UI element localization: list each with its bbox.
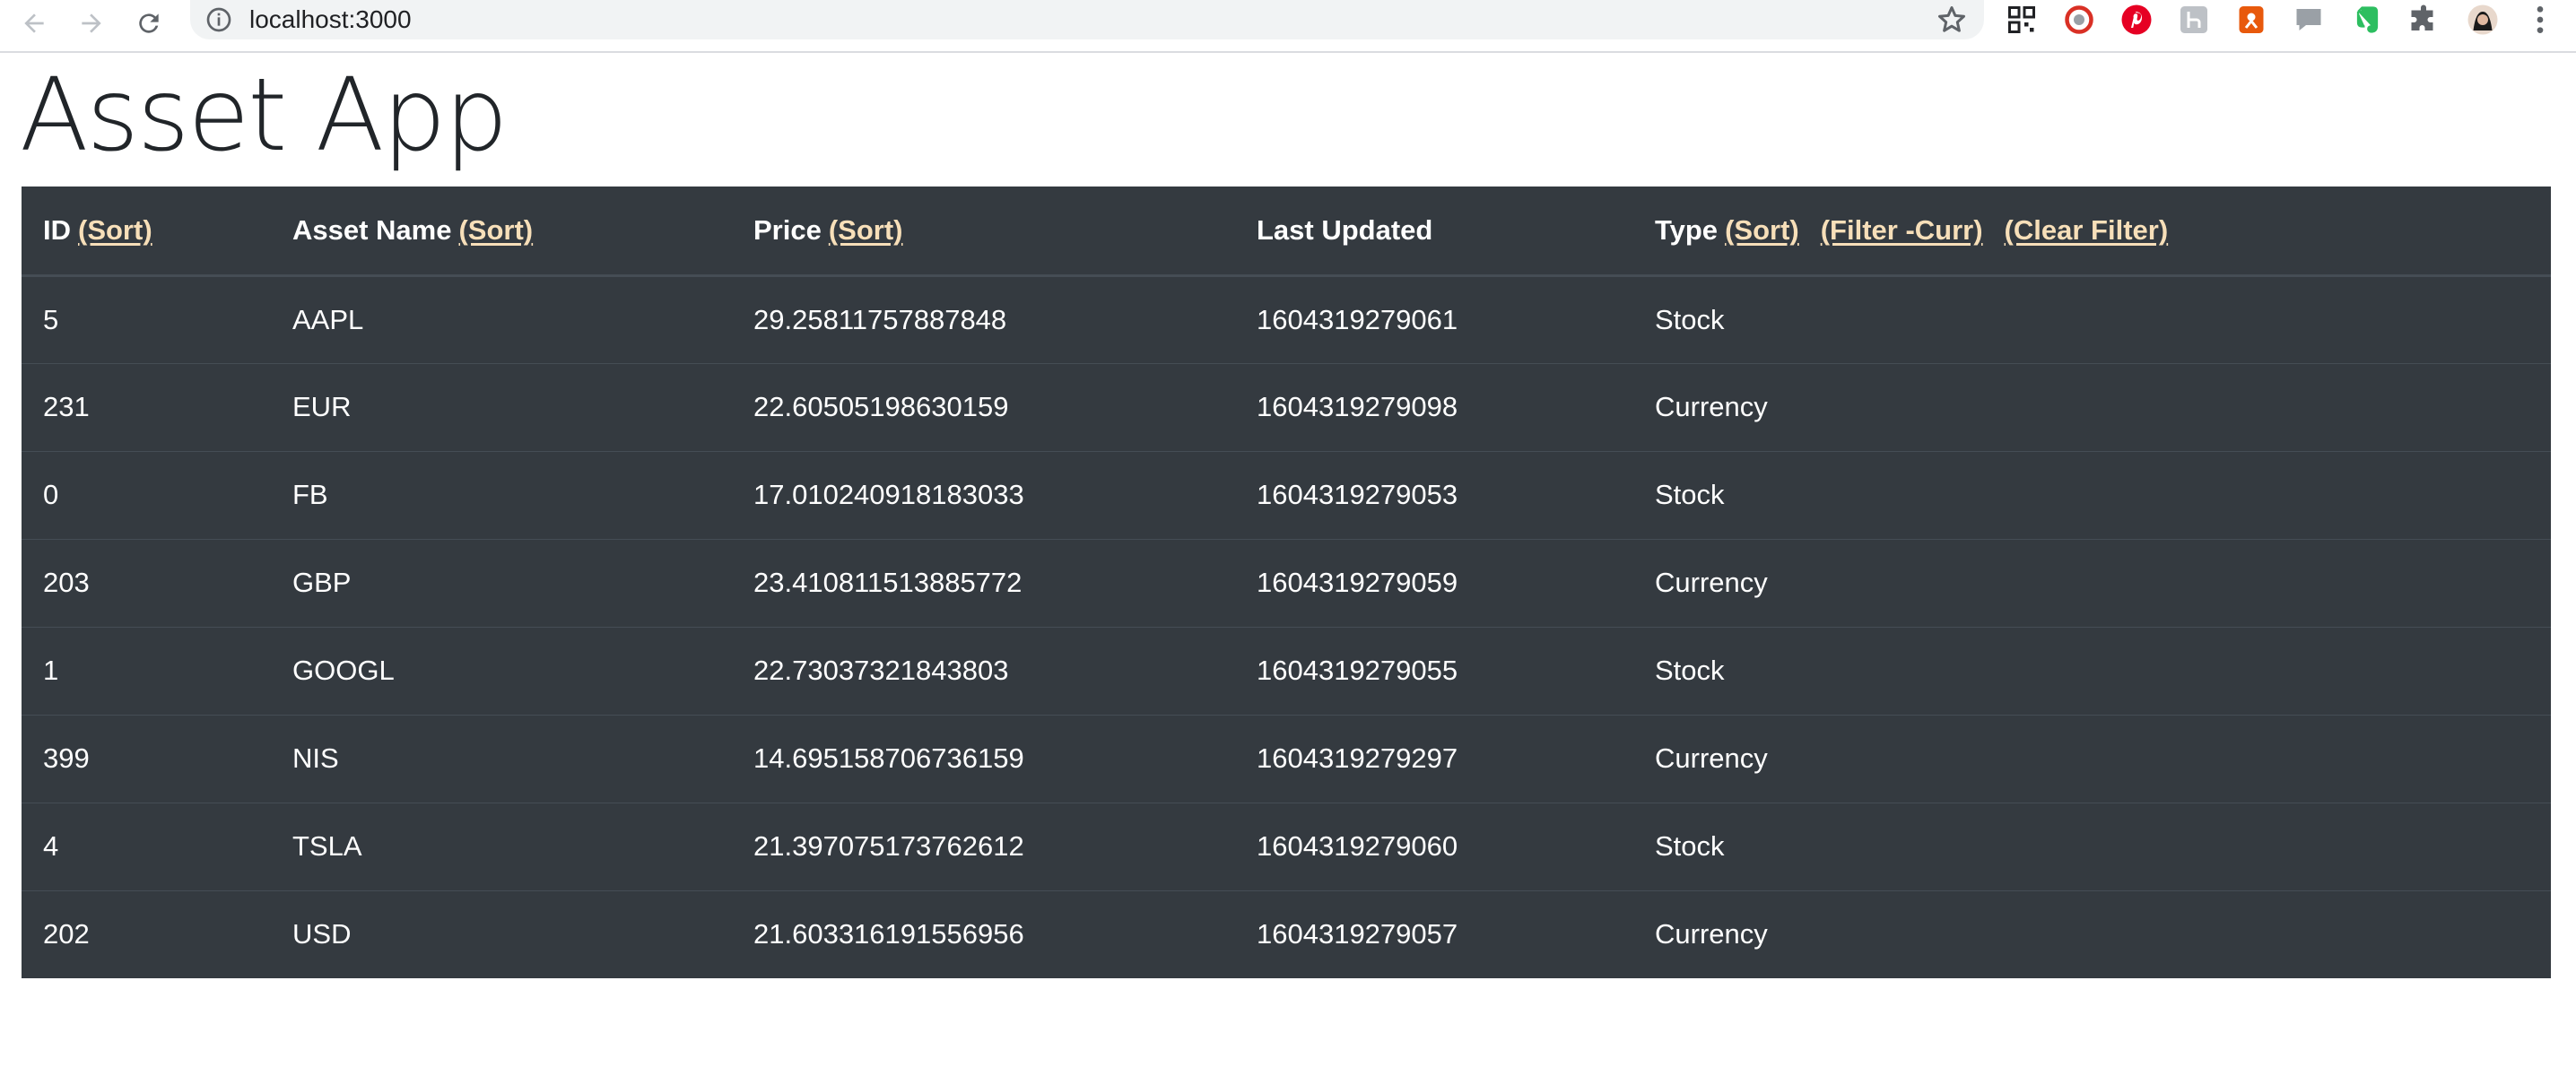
table-header-row: ID (Sort) Asset Name (Sort) Price (Sort) La… bbox=[22, 187, 2551, 277]
cell-id: 203 bbox=[43, 567, 90, 598]
cell-type: Currency bbox=[1655, 918, 1768, 950]
cell-asset-name: GBP bbox=[292, 567, 352, 598]
header-id: ID (Sort) bbox=[22, 187, 271, 277]
table-row: 399 NIS 14.695158706736159 1604319279297… bbox=[22, 715, 2551, 803]
cell-asset-name: TSLA bbox=[292, 830, 362, 862]
header-price: Price (Sort) bbox=[732, 187, 1235, 277]
table-row: 1 GOOGL 22.73037321843803 1604319279055 … bbox=[22, 627, 2551, 715]
table-row: 203 GBP 23.410811513885772 1604319279059… bbox=[22, 539, 2551, 627]
table-row: 5 AAPL 29.25811757887848 1604319279061 S… bbox=[22, 275, 2551, 363]
cell-type: Stock bbox=[1655, 830, 1725, 862]
clear-filter-link[interactable]: (Clear Filter) bbox=[2005, 214, 2169, 246]
forward-icon[interactable] bbox=[72, 4, 111, 43]
orange-extension-icon[interactable] bbox=[2233, 2, 2269, 38]
cell-asset-name: EUR bbox=[292, 391, 352, 422]
puzzle-extensions-icon[interactable] bbox=[2406, 2, 2441, 38]
address-bar[interactable]: localhost:3000 bbox=[190, 0, 1984, 39]
cell-last-updated: 1604319279053 bbox=[1257, 479, 1458, 510]
cell-asset-name: FB bbox=[292, 479, 328, 510]
cell-type: Stock bbox=[1655, 479, 1725, 510]
cell-last-updated: 1604319279297 bbox=[1257, 742, 1458, 774]
browser-toolbar: localhost:3000 bbox=[0, 0, 2576, 53]
cell-id: 202 bbox=[43, 918, 90, 950]
sort-id-link[interactable]: (Sort) bbox=[78, 214, 152, 246]
cell-price: 21.397075173762612 bbox=[753, 830, 1024, 862]
cell-price: 22.60505198630159 bbox=[753, 391, 1009, 422]
cell-price: 23.410811513885772 bbox=[753, 567, 1023, 598]
filter-currency-link[interactable]: (Filter -Curr) bbox=[1821, 214, 1983, 246]
page-title: Asset App bbox=[20, 57, 509, 174]
cell-id: 4 bbox=[43, 830, 59, 862]
back-icon[interactable] bbox=[14, 4, 54, 43]
cell-id: 5 bbox=[43, 303, 59, 335]
table-row: 202 USD 21.603316191556956 1604319279057… bbox=[22, 890, 2551, 978]
cell-last-updated: 1604319279060 bbox=[1257, 830, 1458, 862]
bookmark-star-icon[interactable] bbox=[1936, 4, 1968, 36]
cell-price: 17.010240918183033 bbox=[753, 479, 1024, 510]
asset-table: ID (Sort) Asset Name (Sort) Price (Sort) La… bbox=[22, 187, 2551, 978]
cell-type: Currency bbox=[1655, 567, 1768, 598]
cell-asset-name: AAPL bbox=[292, 303, 364, 335]
sort-price-link[interactable]: (Sort) bbox=[829, 214, 903, 246]
table-row: 231 EUR 22.60505198630159 1604319279098 … bbox=[22, 363, 2551, 451]
cell-id: 0 bbox=[43, 479, 59, 510]
cell-type: Stock bbox=[1655, 655, 1725, 686]
qr-extension-icon[interactable] bbox=[2004, 2, 2040, 38]
url-text: localhost:3000 bbox=[249, 5, 412, 33]
header-asset-name: Asset Name (Sort) bbox=[271, 187, 732, 277]
cell-price: 22.73037321843803 bbox=[753, 655, 1009, 686]
info-icon[interactable] bbox=[205, 5, 233, 34]
cell-id: 399 bbox=[43, 742, 90, 774]
profile-avatar[interactable] bbox=[2465, 2, 2501, 38]
cell-type: Currency bbox=[1655, 391, 1768, 422]
cell-price: 21.603316191556956 bbox=[753, 918, 1024, 950]
chat-extension-icon[interactable] bbox=[2291, 2, 2327, 38]
cell-type: Stock bbox=[1655, 303, 1725, 335]
cell-asset-name: USD bbox=[292, 918, 352, 950]
header-asset-name-label: Asset Name bbox=[292, 213, 452, 246]
cell-last-updated: 1604319279061 bbox=[1257, 303, 1458, 335]
table-row: 4 TSLA 21.397075173762612 1604319279060 … bbox=[22, 803, 2551, 890]
kebab-menu-icon[interactable] bbox=[2522, 2, 2558, 38]
cell-price: 29.25811757887848 bbox=[753, 303, 1007, 335]
header-id-label: ID bbox=[43, 213, 71, 246]
table-row: 0 FB 17.010240918183033 1604319279053 St… bbox=[22, 451, 2551, 539]
reload-icon[interactable] bbox=[129, 4, 169, 43]
header-type: Type (Sort) (Filter -Curr) (Clear Filter) bbox=[1633, 187, 2551, 277]
header-price-label: Price bbox=[753, 213, 822, 246]
header-last-updated-label: Last Updated bbox=[1257, 213, 1433, 246]
cell-last-updated: 1604319279055 bbox=[1257, 655, 1458, 686]
evernote-icon[interactable] bbox=[2348, 2, 2384, 38]
sort-type-link[interactable]: (Sort) bbox=[1725, 214, 1799, 246]
cell-id: 231 bbox=[43, 391, 90, 422]
cell-type: Currency bbox=[1655, 742, 1768, 774]
cell-last-updated: 1604319279098 bbox=[1257, 391, 1458, 422]
cell-last-updated: 1604319279059 bbox=[1257, 567, 1458, 598]
cell-asset-name: GOOGL bbox=[292, 655, 395, 686]
asset-table-container: ID (Sort) Asset Name (Sort) Price (Sort) La… bbox=[22, 187, 2551, 978]
red-circle-extension-icon[interactable] bbox=[2061, 2, 2097, 38]
gray-h-extension-icon[interactable] bbox=[2176, 2, 2212, 38]
cell-asset-name: NIS bbox=[292, 742, 339, 774]
header-last-updated: Last Updated bbox=[1235, 187, 1633, 277]
pinterest-icon[interactable] bbox=[2119, 2, 2154, 38]
header-type-label: Type bbox=[1655, 213, 1719, 246]
cell-id: 1 bbox=[43, 655, 59, 686]
cell-last-updated: 1604319279057 bbox=[1257, 918, 1458, 950]
cell-price: 14.695158706736159 bbox=[753, 742, 1024, 774]
sort-asset-name-link[interactable]: (Sort) bbox=[458, 214, 533, 246]
